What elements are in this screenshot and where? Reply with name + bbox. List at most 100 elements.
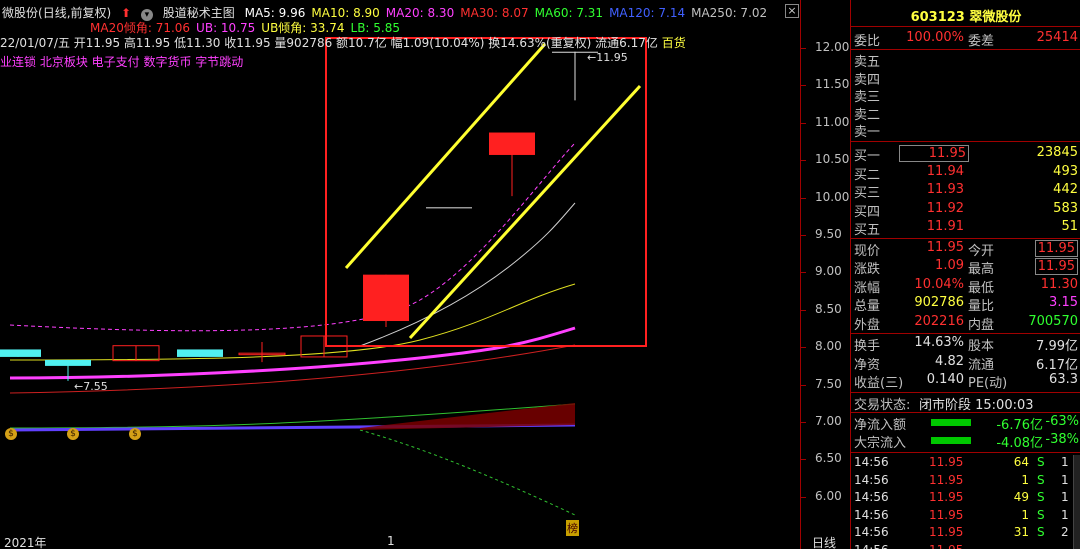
- stat-label: 现价: [854, 244, 881, 259]
- upper-band-line: [9, 142, 576, 332]
- stat-value: 63.3: [1049, 372, 1078, 388]
- block-flow-row: 大宗流入 -4.08亿 -38%: [851, 432, 1080, 451]
- tick-price: 11.95: [929, 472, 964, 487]
- stat-label: 最低: [968, 280, 995, 296]
- sell-label: 卖三: [854, 90, 881, 105]
- ma-value: MA20: 8.30: [385, 6, 455, 20]
- stat-row: 涨幅 10.04% 最低 11.30: [851, 276, 1080, 296]
- low-price-value: 7.55: [83, 380, 108, 393]
- ma-value: LB: 5.85: [350, 21, 401, 35]
- concept-tags[interactable]: 业连锁 北京板块 电子支付 数字货币 字节跳动: [0, 53, 243, 70]
- sell-row[interactable]: 卖一: [851, 121, 1080, 140]
- period-button[interactable]: 日线: [812, 534, 836, 549]
- stat-label: 收益(三): [854, 376, 904, 392]
- block-flow-label: 大宗流入: [854, 436, 907, 451]
- month-label: 1: [387, 534, 395, 548]
- stat-row: 总量 902786 量比 3.15: [851, 295, 1080, 315]
- high-price-value: 11.95: [596, 51, 628, 64]
- weicha-label: 委差: [968, 34, 995, 49]
- buy-row[interactable]: 买五 11.91 51: [851, 219, 1080, 239]
- buy-label: 买一: [854, 149, 881, 164]
- sell-row[interactable]: 卖四: [851, 69, 1080, 88]
- tick-scrollbar[interactable]: [1073, 455, 1080, 549]
- ma-value: MA60: 7.31: [534, 6, 604, 20]
- stat-value: 6.17亿: [1036, 357, 1078, 373]
- divider: [851, 333, 1080, 334]
- stock-name: 微股份: [2, 6, 39, 20]
- weicha-value: 25414: [1036, 30, 1078, 45]
- price-axis: 12.00 11.50 11.00 10.50 10.00 9.50 9.00 8.50 8.0…: [800, 0, 850, 549]
- sell-row[interactable]: 卖二: [851, 104, 1080, 123]
- kline-chart[interactable]: [0, 0, 850, 549]
- tick-row: 14:56 11.95 1 S 1: [851, 473, 1080, 490]
- buy-row[interactable]: 买一 11.95 23845: [851, 145, 1080, 164]
- bar-info: 22/01/07/五 开11.95 高11.95 低11.30 收11.95 量…: [0, 36, 658, 50]
- buy-volume: 23845: [1036, 145, 1078, 160]
- buy-row[interactable]: 买三 11.93 442: [851, 182, 1080, 201]
- stat-label: 量比: [968, 299, 995, 315]
- stat-label: 净资: [854, 357, 881, 373]
- divider: [851, 141, 1080, 142]
- candle-body: [489, 132, 535, 155]
- stat-value: 700570: [1028, 313, 1078, 329]
- y-tick-mark: [801, 309, 806, 311]
- ma-value: MA5: 9.96: [244, 6, 306, 20]
- stat-value: 10.04%: [914, 276, 964, 292]
- tick-volume: 31: [1013, 525, 1029, 540]
- sell-row[interactable]: 卖五: [851, 51, 1080, 70]
- weibi-row: 委比 100.00% 委差 25414: [851, 30, 1080, 49]
- stat-value: 4.82: [935, 353, 964, 369]
- y-tick-mark: [801, 422, 806, 423]
- stat-label: 总量: [854, 299, 881, 315]
- y-tick-mark: [801, 122, 806, 124]
- buy-row[interactable]: 买二 11.94 493: [851, 163, 1080, 183]
- tick-time: 14:56: [854, 490, 889, 505]
- stat-row: 换手 14.63% 股本 7.99亿: [851, 335, 1080, 354]
- tick-side: S: [1037, 472, 1045, 487]
- tick-time: 14:56: [854, 472, 889, 487]
- period-label: (日线,前复权): [38, 6, 112, 20]
- net-flow-row: 净流入额 -6.76亿 -63%: [851, 414, 1080, 433]
- sell-row[interactable]: 卖三: [851, 86, 1080, 105]
- y-tick-label: 7.50: [815, 376, 842, 391]
- tick-row: 14:56 11.95 1 S 1: [851, 508, 1080, 525]
- buy-row[interactable]: 买四 11.92 583: [851, 201, 1080, 220]
- close-icon[interactable]: ×: [785, 4, 799, 18]
- ma20-line: [9, 326, 576, 380]
- divider: [851, 452, 1080, 453]
- lower-band-line: [359, 429, 576, 516]
- trade-status-row: 交易状态: 闭市阶段 15:00:03: [851, 394, 1080, 413]
- chart-area[interactable]: 微股份(日线,前复权) ⬆ ▾ 股道秘术主图 MA5: 9.96 MA10: 8.…: [0, 0, 850, 549]
- divider: [851, 238, 1080, 239]
- y-tick-mark: [801, 272, 806, 274]
- stat-value: 14.63%: [914, 335, 964, 350]
- stat-value: 3.15: [1049, 295, 1078, 311]
- candle-body: [426, 207, 472, 209]
- divider: [851, 412, 1080, 413]
- block-flow-bar: [931, 437, 971, 444]
- y-tick-label: 11.00: [815, 114, 850, 129]
- divider: [851, 49, 1080, 50]
- candle-body: [177, 349, 223, 357]
- stat-label: 外盘: [854, 317, 881, 333]
- tick-side: S: [1037, 507, 1045, 522]
- stat-row: 外盘 202216 内盘 700570: [851, 313, 1080, 333]
- y-tick-mark: [801, 85, 806, 87]
- y-tick-mark: [801, 496, 806, 498]
- year-label: 2021年: [4, 536, 47, 549]
- y-tick-label: 10.00: [815, 189, 850, 204]
- stat-value: 1.09: [935, 258, 964, 274]
- buy-volume: 493: [1053, 163, 1078, 179]
- status-value: 闭市阶段 15:00:03: [919, 398, 1034, 413]
- tick-price: 11.95: [929, 543, 963, 549]
- net-flow-pct: -63%: [1045, 414, 1079, 429]
- buy-label: 买五: [854, 223, 881, 239]
- channel-upper-line: [344, 43, 547, 269]
- tick-volume: 49: [1013, 490, 1029, 505]
- indicator-name[interactable]: 股道秘术主图: [163, 6, 235, 20]
- y-tick-label: 7.00: [815, 414, 842, 428]
- sell-label: 卖四: [854, 72, 881, 88]
- sell-label: 卖五: [854, 55, 881, 70]
- candlesticks: [0, 51, 598, 381]
- bar-info-row: 22/01/07/五 开11.95 高11.95 低11.30 收11.95 量…: [0, 34, 686, 51]
